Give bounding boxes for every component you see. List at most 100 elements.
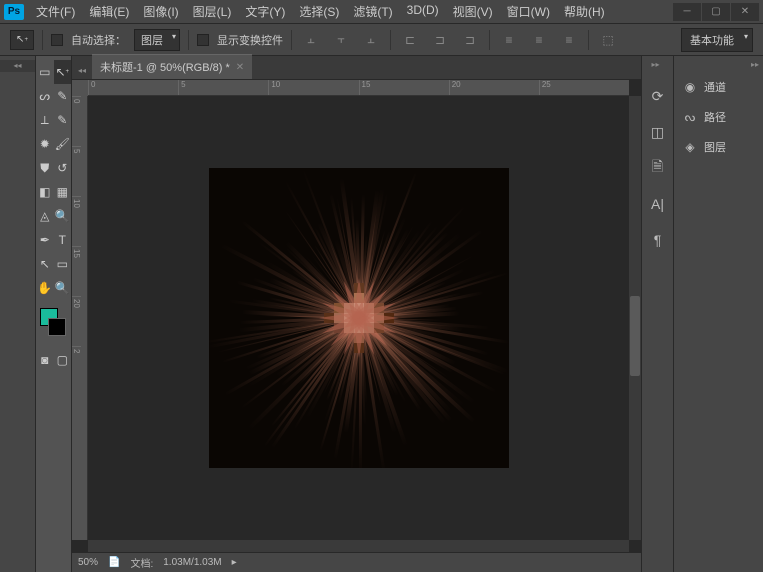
align-left-icon[interactable]: ⊏	[399, 30, 421, 50]
status-bar: 50% 📄 文档: 1.03M/1.03M ▸	[72, 552, 641, 572]
maximize-button[interactable]: ▢	[702, 3, 730, 21]
document-tab[interactable]: 未标题-1 @ 50%(RGB/8) * ✕	[92, 54, 252, 79]
auto-select-checkbox[interactable]	[51, 34, 63, 46]
type-tool-icon[interactable]: T	[54, 228, 72, 252]
paths-icon: ᔓ	[682, 109, 698, 125]
doc-size-value: 1.03M/1.03M	[163, 557, 221, 568]
scrollbar-thumb[interactable]	[630, 296, 640, 376]
show-transform-label: 显示变换控件	[217, 32, 283, 48]
gradient-tool-icon[interactable]: ▦	[54, 180, 72, 204]
vertical-ruler[interactable]: 0 5 10 15 20 2	[72, 96, 88, 540]
color-swatches	[36, 304, 71, 340]
zoom-tool-icon[interactable]: 🔍	[54, 276, 72, 300]
minimize-button[interactable]: ─	[673, 3, 701, 21]
canvas-container: 0 5 10 15 20 25 0 5 10 15 20 2	[72, 80, 641, 552]
align-right-icon[interactable]: ⊐	[459, 30, 481, 50]
paths-label: 路径	[704, 109, 726, 125]
document-tab-bar: ◂◂ 未标题-1 @ 50%(RGB/8) * ✕	[72, 56, 641, 80]
menu-layer[interactable]: 图层(L)	[189, 1, 236, 22]
paths-panel-button[interactable]: ᔓ 路径	[674, 102, 763, 132]
distribute-icon-3[interactable]: ≡	[558, 30, 580, 50]
separator	[390, 30, 391, 50]
tools-panel: ▭↖+ ᔕ✎ ⟂✎ ✹🖌 ⛊↺ ◧▦ ◬🔍 ✒T ↖▭ ✋🔍 ◙▢	[36, 56, 72, 572]
menu-window[interactable]: 窗口(W)	[503, 1, 554, 22]
path-select-tool-icon[interactable]: ↖	[36, 252, 54, 276]
distribute-icon-2[interactable]: ≡	[528, 30, 550, 50]
close-button[interactable]: ✕	[731, 3, 759, 21]
lasso-tool-icon[interactable]: ᔕ	[36, 84, 54, 108]
crop-tool-icon[interactable]: ⟂	[36, 108, 54, 132]
styles-panel-icon[interactable]: ¶	[646, 228, 670, 252]
menu-image[interactable]: 图像(I)	[139, 1, 182, 22]
eraser-tool-icon[interactable]: ◧	[36, 180, 54, 204]
separator	[42, 30, 43, 50]
document-tab-label: 未标题-1 @ 50%(RGB/8) *	[100, 59, 230, 75]
tools-collapse-icon[interactable]: ◂◂	[0, 60, 35, 72]
distribute-icon-1[interactable]: ≡	[498, 30, 520, 50]
menu-3d[interactable]: 3D(D)	[403, 1, 443, 22]
layers-label: 图层	[704, 139, 726, 155]
doc-info-icon[interactable]: 📄	[108, 557, 120, 568]
separator	[489, 30, 490, 50]
workspace-dropdown[interactable]: 基本功能	[681, 28, 753, 52]
zoom-level[interactable]: 50%	[78, 557, 98, 568]
current-tool-icon[interactable]: ↖+	[10, 30, 34, 50]
horizontal-ruler[interactable]: 0 5 10 15 20 25	[88, 80, 629, 96]
collapsed-panel-dock: ▸▸ ⟳ ◫ 🗎 A| ¶	[641, 56, 673, 572]
doc-info-arrow-icon[interactable]: ▸	[232, 557, 237, 568]
pen-tool-icon[interactable]: ✒	[36, 228, 54, 252]
align-hcenter-icon[interactable]: ⊐	[429, 30, 451, 50]
separator	[588, 30, 589, 50]
dodge-tool-icon[interactable]: 🔍	[54, 204, 72, 228]
align-vcenter-icon[interactable]: ⫟	[330, 30, 352, 50]
blur-tool-icon[interactable]: ◬	[36, 204, 54, 228]
menu-view[interactable]: 视图(V)	[449, 1, 497, 22]
menu-edit[interactable]: 编辑(E)	[85, 1, 133, 22]
layers-icon: ◈	[682, 139, 698, 155]
align-top-icon[interactable]: ⫠	[300, 30, 322, 50]
tab-close-icon[interactable]: ✕	[236, 62, 244, 73]
character-panel-icon[interactable]: 🗎	[646, 156, 670, 180]
layers-panel-button[interactable]: ◈ 图层	[674, 132, 763, 162]
dock-collapse-icon[interactable]: ▸▸	[651, 60, 663, 72]
marquee-tool-icon[interactable]: ▭	[36, 60, 54, 84]
panel-collapse-icon[interactable]: ▸▸	[674, 60, 763, 72]
3d-mode-icon[interactable]: ⬚	[597, 30, 619, 50]
quickmask-icon[interactable]: ◙	[36, 348, 54, 372]
menu-help[interactable]: 帮助(H)	[560, 1, 609, 22]
document-area: ◂◂ 未标题-1 @ 50%(RGB/8) * ✕ 0 5 10 15 20 2…	[72, 56, 641, 572]
heal-tool-icon[interactable]: ✹	[36, 132, 54, 156]
history-panel-icon[interactable]: ⟳	[646, 84, 670, 108]
shape-tool-icon[interactable]: ▭	[54, 252, 72, 276]
stamp-tool-icon[interactable]: ⛊	[36, 156, 54, 180]
ruler-origin[interactable]	[72, 80, 88, 96]
screenmode-icon[interactable]: ▢	[54, 348, 72, 372]
options-bar: ↖+ 自动选择： 图层 显示变换控件 ⫠ ⫟ ⫠ ⊏ ⊐ ⊐ ≡ ≡ ≡ ⬚ 基…	[0, 24, 763, 56]
left-edge: ◂◂	[0, 56, 36, 572]
document-canvas[interactable]	[209, 168, 509, 468]
brush-tool-icon[interactable]: 🖌	[54, 132, 72, 156]
target-dropdown[interactable]: 图层	[134, 29, 180, 51]
menu-file[interactable]: 文件(F)	[32, 1, 79, 22]
quick-select-tool-icon[interactable]: ✎	[54, 84, 72, 108]
tab-collapse-icon[interactable]: ◂◂	[76, 61, 88, 79]
channels-panel-button[interactable]: ◉ 通道	[674, 72, 763, 102]
history-brush-tool-icon[interactable]: ↺	[54, 156, 72, 180]
vertical-scrollbar[interactable]	[629, 96, 641, 540]
properties-panel-icon[interactable]: ◫	[646, 120, 670, 144]
paragraph-panel-icon[interactable]: A|	[646, 192, 670, 216]
menu-type[interactable]: 文字(Y)	[241, 1, 289, 22]
canvas-viewport[interactable]	[88, 96, 629, 540]
hand-tool-icon[interactable]: ✋	[36, 276, 54, 300]
horizontal-scrollbar[interactable]	[88, 540, 629, 552]
menu-select[interactable]: 选择(S)	[295, 1, 343, 22]
background-color[interactable]	[48, 318, 66, 336]
main-area: ◂◂ ▭↖+ ᔕ✎ ⟂✎ ✹🖌 ⛊↺ ◧▦ ◬🔍 ✒T ↖▭ ✋🔍 ◙▢ ◂◂ …	[0, 56, 763, 572]
menu-filter[interactable]: 滤镜(T)	[349, 1, 396, 22]
eyedropper-tool-icon[interactable]: ✎	[54, 108, 72, 132]
align-bottom-icon[interactable]: ⫠	[360, 30, 382, 50]
show-transform-checkbox[interactable]	[197, 34, 209, 46]
channels-icon: ◉	[682, 79, 698, 95]
move-tool-icon[interactable]: ↖+	[54, 60, 72, 84]
channels-label: 通道	[704, 79, 726, 95]
